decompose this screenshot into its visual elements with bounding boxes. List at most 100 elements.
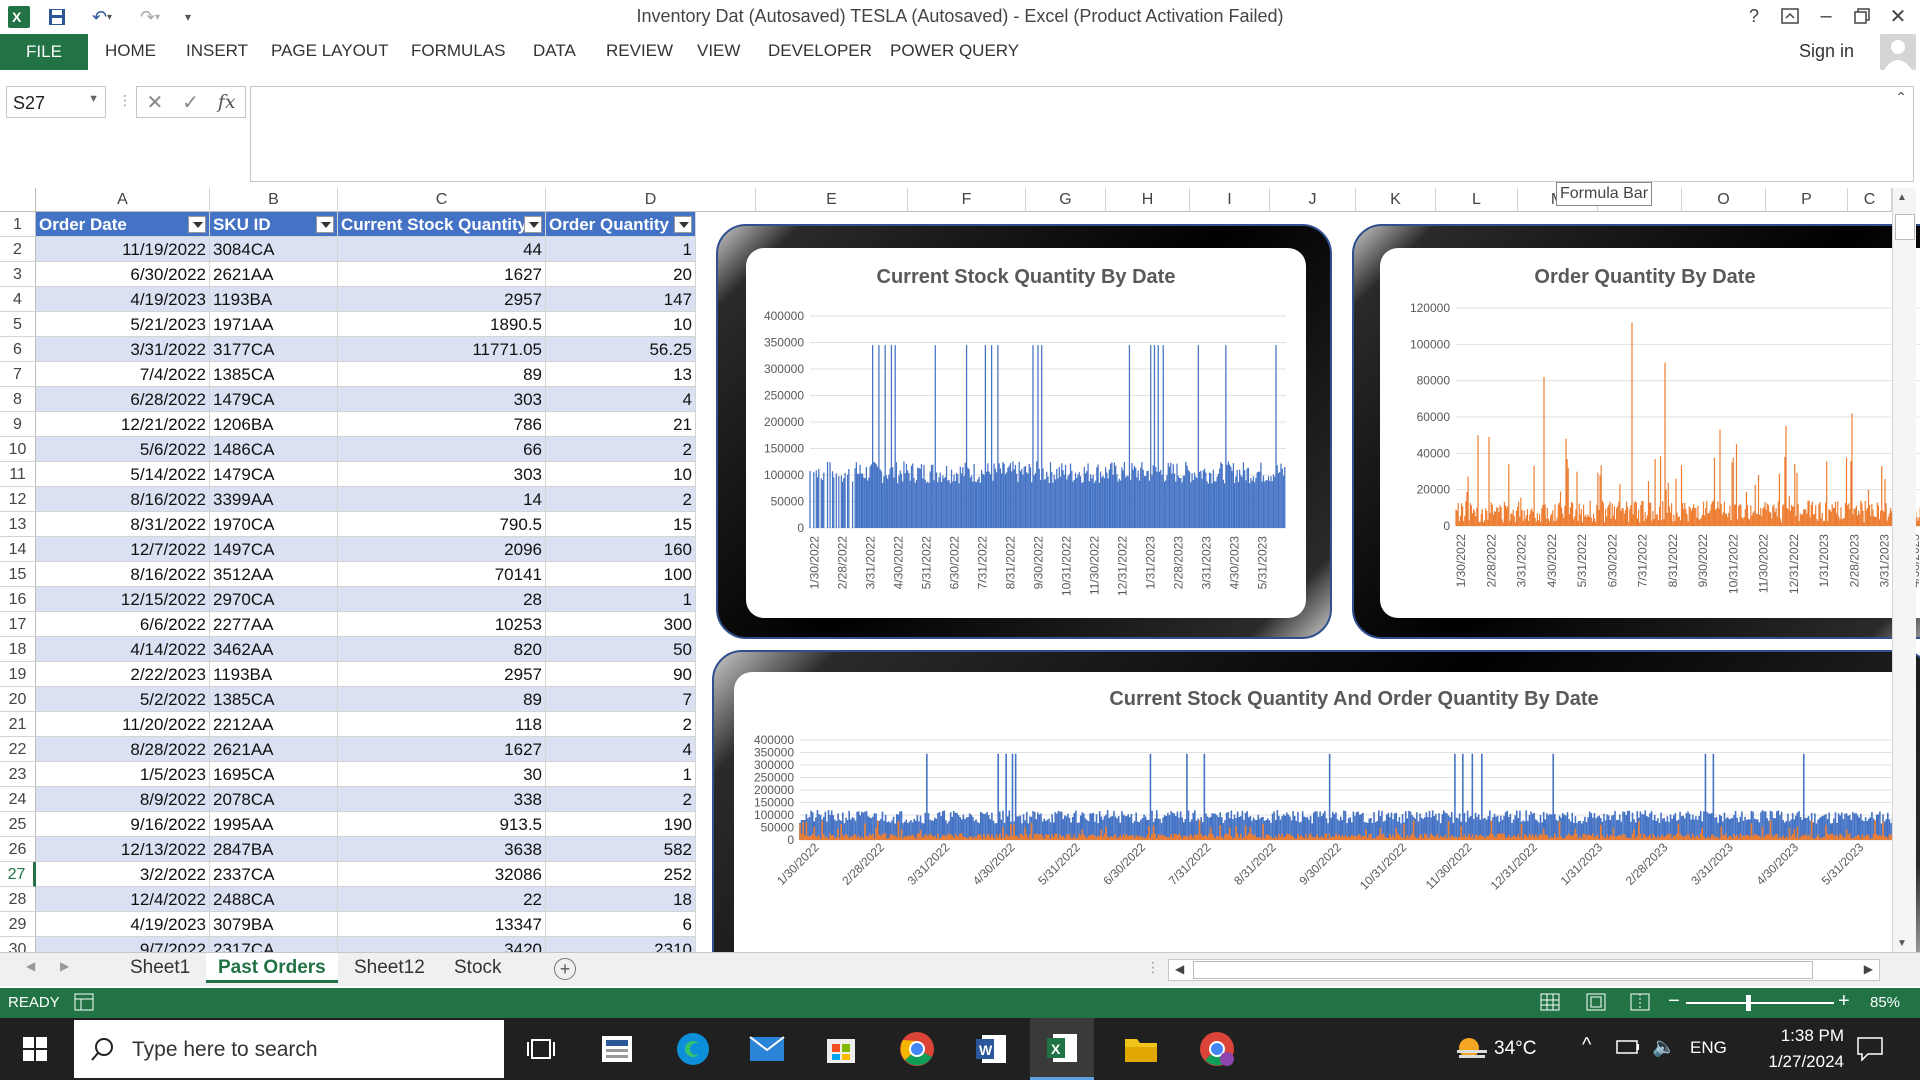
table-cell[interactable]: 7 xyxy=(546,687,696,712)
page-layout-view-icon[interactable] xyxy=(1586,993,1606,1015)
row-header[interactable]: 13 xyxy=(0,512,36,537)
sign-in-link[interactable]: Sign in xyxy=(1799,41,1854,62)
table-header-cell[interactable]: Current Stock Quantity xyxy=(338,212,546,237)
news-app-icon[interactable] xyxy=(596,1028,638,1070)
scroll-down-icon[interactable]: ▼ xyxy=(1897,938,1907,949)
column-header[interactable]: E xyxy=(756,188,908,212)
table-cell[interactable]: 2 xyxy=(546,712,696,737)
chart-order-frame[interactable]: Order Quantity By Date 120000 100000 80000… xyxy=(1352,224,1920,639)
weather-icon[interactable] xyxy=(1450,1028,1492,1070)
row-header[interactable]: 17 xyxy=(0,612,36,637)
table-cell[interactable]: 338 xyxy=(338,787,546,812)
tab-developer[interactable]: DEVELOPER xyxy=(768,41,872,61)
clock-date[interactable]: 1/27/2024 xyxy=(1746,1052,1844,1072)
table-cell[interactable]: 32086 xyxy=(338,862,546,887)
table-cell[interactable]: 2277AA xyxy=(210,612,338,637)
file-tab[interactable]: FILE xyxy=(0,34,88,70)
table-cell[interactable]: 66 xyxy=(338,437,546,462)
table-cell[interactable]: 1/5/2023 xyxy=(36,762,210,787)
table-cell[interactable]: 3462AA xyxy=(210,637,338,662)
table-cell[interactable]: 2970CA xyxy=(210,587,338,612)
drag-handle-icon[interactable]: ⋮ xyxy=(118,92,132,109)
table-cell[interactable]: 9/16/2022 xyxy=(36,812,210,837)
chart-stock-frame[interactable]: Current Stock Quantity By Date 400000 350… xyxy=(716,224,1332,639)
row-header[interactable]: 30 xyxy=(0,937,36,953)
table-cell[interactable]: 252 xyxy=(546,862,696,887)
temperature[interactable]: 34°C xyxy=(1494,1038,1536,1060)
row-header[interactable]: 9 xyxy=(0,412,36,437)
row-header[interactable]: 14 xyxy=(0,537,36,562)
table-cell[interactable]: 89 xyxy=(338,362,546,387)
clock-time[interactable]: 1:38 PM xyxy=(1756,1026,1844,1046)
normal-view-icon[interactable] xyxy=(1540,993,1560,1015)
table-cell[interactable]: 3/31/2022 xyxy=(36,337,210,362)
sheet-tab-past-orders[interactable]: Past Orders xyxy=(206,953,338,983)
tab-insert[interactable]: INSERT xyxy=(186,41,248,61)
table-cell[interactable]: 11/19/2022 xyxy=(36,237,210,262)
table-cell[interactable]: 3512AA xyxy=(210,562,338,587)
tab-page-layout[interactable]: PAGE LAYOUT xyxy=(271,41,388,61)
row-header[interactable]: 28 xyxy=(0,887,36,912)
zoom-slider-thumb[interactable] xyxy=(1746,995,1751,1011)
table-cell[interactable]: 10 xyxy=(546,312,696,337)
table-cell[interactable]: 1385CA xyxy=(210,362,338,387)
cancel-icon[interactable]: ✕ xyxy=(146,90,163,115)
column-header[interactable]: G xyxy=(1026,188,1106,212)
microsoft-store-icon[interactable] xyxy=(820,1028,862,1070)
row-header[interactable]: 1 xyxy=(0,212,36,237)
table-cell[interactable]: 12/7/2022 xyxy=(36,537,210,562)
table-cell[interactable]: 1193BA xyxy=(210,662,338,687)
table-cell[interactable]: 2212AA xyxy=(210,712,338,737)
collapse-formula-bar-icon[interactable]: ⌃ xyxy=(1895,89,1907,106)
table-cell[interactable]: 1486CA xyxy=(210,437,338,462)
chrome-profile-icon[interactable] xyxy=(1196,1028,1238,1070)
table-cell[interactable]: 15 xyxy=(546,512,696,537)
page-break-view-icon[interactable] xyxy=(1630,993,1650,1015)
table-cell[interactable]: 2957 xyxy=(338,662,546,687)
row-header[interactable]: 3 xyxy=(0,262,36,287)
scroll-thumb[interactable] xyxy=(1895,214,1915,240)
table-cell[interactable]: 2317CA xyxy=(210,937,338,953)
show-hidden-icons-icon[interactable]: ^ xyxy=(1582,1034,1591,1057)
table-cell[interactable]: 1 xyxy=(546,762,696,787)
table-cell[interactable]: 11771.05 xyxy=(338,337,546,362)
enter-icon[interactable]: ✓ xyxy=(182,90,199,115)
horizontal-scrollbar[interactable]: ◀ ▶ xyxy=(1168,959,1880,981)
table-cell[interactable]: 4 xyxy=(546,737,696,762)
column-header[interactable]: K xyxy=(1356,188,1436,212)
table-cell[interactable]: 1206BA xyxy=(210,412,338,437)
row-header[interactable]: 18 xyxy=(0,637,36,662)
tab-view[interactable]: VIEW xyxy=(697,41,740,61)
table-cell[interactable]: 8/31/2022 xyxy=(36,512,210,537)
row-header[interactable]: 25 xyxy=(0,812,36,837)
tab-review[interactable]: REVIEW xyxy=(606,41,673,61)
table-cell[interactable]: 70141 xyxy=(338,562,546,587)
table-cell[interactable]: 2310 xyxy=(546,937,696,953)
mail-icon[interactable] xyxy=(746,1028,788,1070)
edge-browser-icon[interactable] xyxy=(672,1028,714,1070)
file-explorer-icon[interactable] xyxy=(1120,1028,1162,1070)
zoom-in-icon[interactable]: + xyxy=(1838,990,1850,1013)
column-header[interactable]: D xyxy=(546,188,756,212)
table-cell[interactable]: 28 xyxy=(338,587,546,612)
column-header[interactable]: L xyxy=(1436,188,1518,212)
windows-start-icon[interactable] xyxy=(14,1028,56,1070)
table-cell[interactable]: 6 xyxy=(546,912,696,937)
column-header[interactable]: I xyxy=(1190,188,1270,212)
table-cell[interactable]: 2096 xyxy=(338,537,546,562)
hscroll-thumb[interactable] xyxy=(1193,961,1813,979)
row-header[interactable]: 27 xyxy=(0,862,36,887)
column-header[interactable]: F xyxy=(908,188,1026,212)
table-cell[interactable]: 1971AA xyxy=(210,312,338,337)
table-cell[interactable]: 3079BA xyxy=(210,912,338,937)
table-cell[interactable]: 303 xyxy=(338,387,546,412)
task-view-icon[interactable] xyxy=(520,1028,562,1070)
table-cell[interactable]: 9/7/2022 xyxy=(36,937,210,953)
vertical-scrollbar[interactable]: ▲ ▼ xyxy=(1892,188,1916,953)
table-cell[interactable]: 1479CA xyxy=(210,387,338,412)
table-cell[interactable]: 7/4/2022 xyxy=(36,362,210,387)
table-cell[interactable]: 5/21/2023 xyxy=(36,312,210,337)
table-cell[interactable]: 13347 xyxy=(338,912,546,937)
column-header[interactable]: A xyxy=(36,188,210,212)
table-cell[interactable]: 3420 xyxy=(338,937,546,953)
